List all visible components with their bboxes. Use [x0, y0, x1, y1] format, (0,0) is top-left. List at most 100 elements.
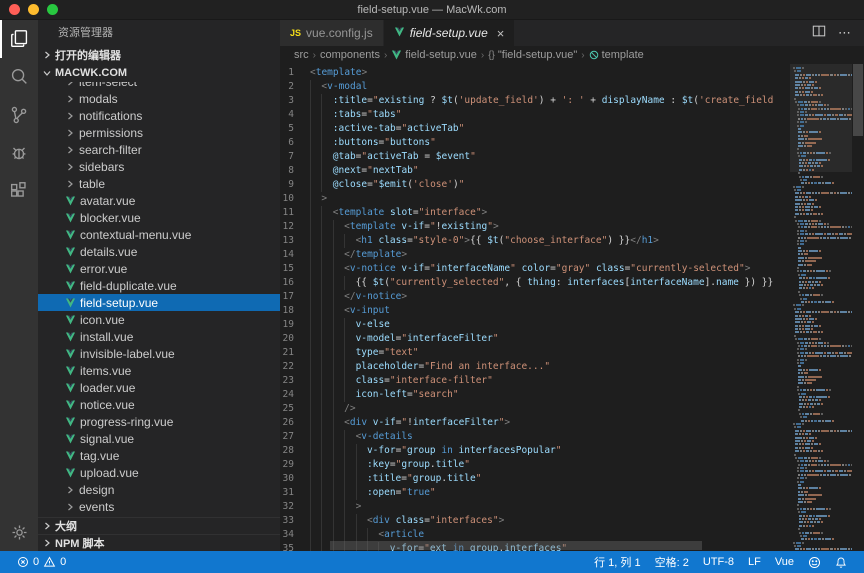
code-line[interactable]: 27<v-details: [280, 430, 790, 444]
code-line[interactable]: 9@close="$emit('close')": [280, 178, 790, 192]
code-line[interactable]: 23class="interface-filter": [280, 374, 790, 388]
tree-item-progress-ring-vue[interactable]: progress-ring.vue: [38, 413, 280, 430]
tree-item-signal-vue[interactable]: signal.vue: [38, 430, 280, 447]
tree-item-install-vue[interactable]: install.vue: [38, 328, 280, 345]
section-root-folder[interactable]: MACWK.COM: [38, 64, 280, 82]
tree-item-avatar-vue[interactable]: avatar.vue: [38, 192, 280, 209]
debug-icon[interactable]: [0, 134, 38, 172]
code-content[interactable]: 1<template>2<v-modal3:title="existing ? …: [280, 66, 790, 551]
code-line[interactable]: 13<h1 class="style-0">{{ $t("choose_inte…: [280, 234, 790, 248]
tree-item-field-setup-vue[interactable]: field-setup.vue: [38, 294, 280, 311]
code-line[interactable]: 19v-else: [280, 318, 790, 332]
tree-item-blocker-vue[interactable]: blocker.vue: [38, 209, 280, 226]
breadcrumb: src›components›field-setup.vue›{}"field-…: [280, 46, 864, 64]
problems-indicator[interactable]: 0 0: [10, 556, 73, 568]
breadcrumb-item-src[interactable]: src: [294, 49, 309, 61]
code-line[interactable]: 2<v-modal: [280, 80, 790, 94]
tree-item-loader-vue[interactable]: loader.vue: [38, 379, 280, 396]
explorer-title: 资源管理器: [38, 20, 280, 46]
horizontal-scrollbar-thumb[interactable]: [330, 541, 702, 550]
code-line[interactable]: 6:buttons="buttons": [280, 136, 790, 150]
tree-item-modals[interactable]: modals: [38, 90, 280, 107]
code-line[interactable]: 3:title="existing ? $t('update_field') +…: [280, 94, 790, 108]
code-line[interactable]: 15<v-notice v-if="interfaceName" color="…: [280, 262, 790, 276]
code-line[interactable]: 30:title="group.title": [280, 472, 790, 486]
split-editor-icon[interactable]: [812, 24, 826, 43]
code-line[interactable]: 11<template slot="interface">: [280, 206, 790, 220]
tree-item-item-select[interactable]: item-select: [38, 82, 280, 90]
feedback-smiley-icon[interactable]: [801, 556, 828, 569]
vertical-scrollbar-thumb[interactable]: [853, 64, 863, 136]
tree-item-upload-vue[interactable]: upload.vue: [38, 464, 280, 481]
section-open-editors[interactable]: 打开的编辑器: [38, 46, 280, 64]
tree-item-permissions[interactable]: permissions: [38, 124, 280, 141]
breadcrumb-item-components[interactable]: components: [320, 49, 380, 61]
line-number: 10: [280, 192, 310, 206]
code-line[interactable]: 10>: [280, 192, 790, 206]
tree-item-notice-vue[interactable]: notice.vue: [38, 396, 280, 413]
search-icon[interactable]: [0, 58, 38, 96]
source-control-icon[interactable]: [0, 96, 38, 134]
vertical-scrollbar[interactable]: [852, 64, 864, 551]
code-line[interactable]: 32>: [280, 500, 790, 514]
settings-gear-icon[interactable]: [0, 513, 38, 551]
indentation-setting[interactable]: 空格: 2: [648, 554, 696, 570]
tree-item-tag-vue[interactable]: tag.vue: [38, 447, 280, 464]
code-line[interactable]: 12<template v-if="!existing">: [280, 220, 790, 234]
code-line[interactable]: 26<div v-if="!interfaceFilter">: [280, 416, 790, 430]
tree-item-error-vue[interactable]: error.vue: [38, 260, 280, 277]
encoding-setting[interactable]: UTF-8: [696, 556, 741, 568]
breadcrumb-item-field-setupvue[interactable]: field-setup.vue: [391, 49, 477, 61]
code-line[interactable]: 29:key="group.title": [280, 458, 790, 472]
code-line[interactable]: 5:active-tab="activeTab": [280, 122, 790, 136]
tree-item-details-vue[interactable]: details.vue: [38, 243, 280, 260]
code-line[interactable]: 20v-model="interfaceFilter": [280, 332, 790, 346]
code-line[interactable]: 17</v-notice>: [280, 290, 790, 304]
explorer-icon[interactable]: [0, 20, 38, 58]
tree-item-label: permissions: [79, 126, 143, 140]
code-line[interactable]: 22placeholder="Find an interface...": [280, 360, 790, 374]
code-line[interactable]: 28v-for="group in interfacesPopular": [280, 444, 790, 458]
line-number: 4: [280, 108, 310, 122]
code-line[interactable]: 25/>: [280, 402, 790, 416]
tree-item-field-duplicate-vue[interactable]: field-duplicate.vue: [38, 277, 280, 294]
code-line[interactable]: 33<div class="interfaces">: [280, 514, 790, 528]
more-actions-icon[interactable]: ⋯: [838, 25, 852, 41]
close-tab-icon[interactable]: ×: [497, 26, 505, 41]
tree-item-invisible-label-vue[interactable]: invisible-label.vue: [38, 345, 280, 362]
section-outline[interactable]: 大纲: [38, 517, 280, 534]
language-mode[interactable]: Vue: [768, 556, 801, 568]
tree-item-design[interactable]: design: [38, 481, 280, 498]
code-line[interactable]: 7@tab="activeTab = $event": [280, 150, 790, 164]
tree-item-search-filter[interactable]: search-filter: [38, 141, 280, 158]
tree-item-icon-vue[interactable]: icon.vue: [38, 311, 280, 328]
eol-setting[interactable]: LF: [741, 556, 768, 568]
code-line[interactable]: 14</template>: [280, 248, 790, 262]
code-line[interactable]: 21type="text": [280, 346, 790, 360]
breadcrumb-item-field-setupvue[interactable]: {}"field-setup.vue": [488, 49, 577, 61]
notifications-bell-icon[interactable]: [828, 556, 854, 569]
tree-item-contextual-menu-vue[interactable]: contextual-menu.vue: [38, 226, 280, 243]
chevron-right-icon: [42, 522, 52, 530]
section-npm-scripts[interactable]: NPM 脚本: [38, 534, 280, 551]
code-line[interactable]: 34<article: [280, 528, 790, 542]
cursor-position[interactable]: 行 1, 列 1: [587, 554, 647, 570]
code-line[interactable]: 16{{ $t("currently_selected", { thing: i…: [280, 276, 790, 290]
tree-item-events[interactable]: events: [38, 498, 280, 515]
code-line[interactable]: 8@next="nextTab": [280, 164, 790, 178]
tree-item-notifications[interactable]: notifications: [38, 107, 280, 124]
extensions-icon[interactable]: [0, 172, 38, 210]
tab-vue-config-js[interactable]: JS vue.config.js: [280, 20, 384, 46]
tab-field-setup-vue[interactable]: field-setup.vue ×: [384, 20, 515, 46]
code-line[interactable]: 31:open="true": [280, 486, 790, 500]
code-line[interactable]: 24icon-left="search": [280, 388, 790, 402]
tree-item-table[interactable]: table: [38, 175, 280, 192]
tree-item-items-vue[interactable]: items.vue: [38, 362, 280, 379]
code-line[interactable]: 4:tabs="tabs": [280, 108, 790, 122]
tree-item-sidebars[interactable]: sidebars: [38, 158, 280, 175]
minimap[interactable]: [790, 64, 852, 551]
code-line[interactable]: 1<template>: [280, 66, 790, 80]
tree-item-label: contextual-menu.vue: [80, 228, 191, 242]
breadcrumb-item-template[interactable]: template: [589, 49, 644, 61]
code-line[interactable]: 18<v-input: [280, 304, 790, 318]
